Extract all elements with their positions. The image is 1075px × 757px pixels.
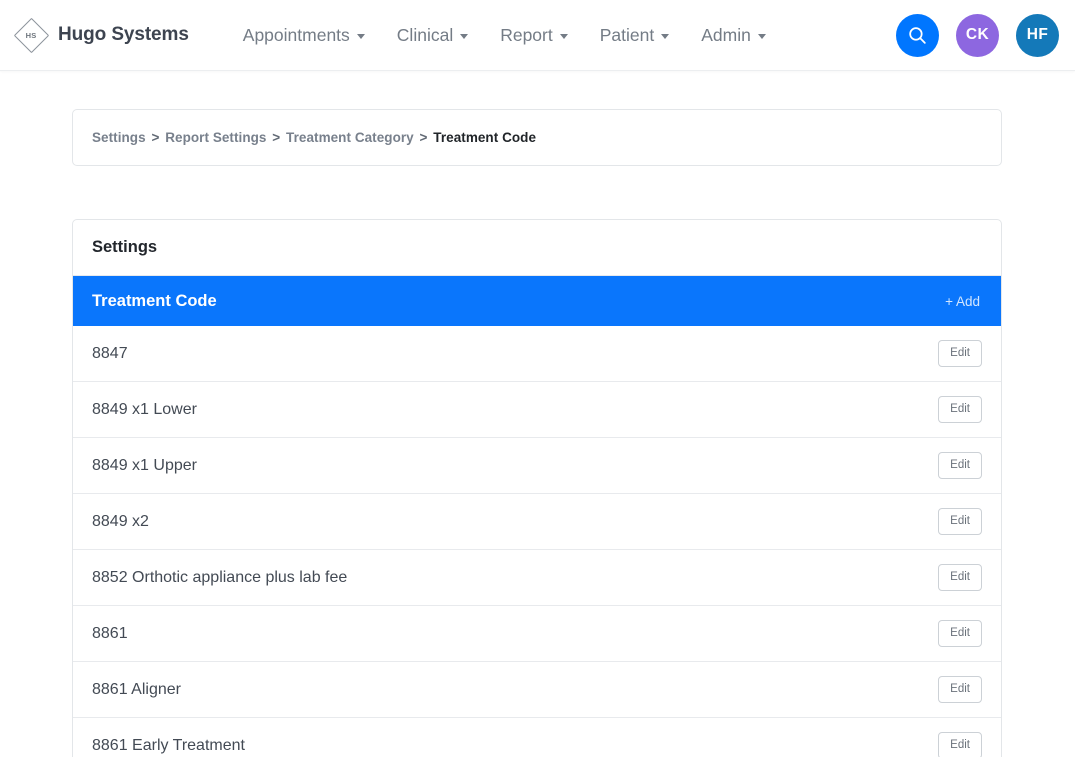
nav-item-label: Patient	[600, 25, 654, 46]
main-nav-menu: Appointments Clinical Report Patient Adm…	[227, 19, 782, 52]
breadcrumb-item-treatment-code: Treatment Code	[433, 130, 536, 145]
brand-name-text: Hugo Systems	[58, 24, 189, 46]
breadcrumb-separator: >	[420, 130, 428, 145]
treatment-code-label: 8861 Aligner	[92, 681, 181, 699]
chevron-down-icon	[460, 34, 468, 39]
treatment-code-label: 8849 x1 Lower	[92, 401, 197, 419]
edit-button[interactable]: Edit	[938, 396, 982, 423]
edit-button[interactable]: Edit	[938, 732, 982, 757]
table-row[interactable]: 8861 Edit	[73, 606, 1001, 662]
breadcrumb-card: Settings > Report Settings > Treatment C…	[72, 109, 1002, 166]
chevron-down-icon	[661, 34, 669, 39]
settings-card-header: Settings	[73, 220, 1001, 276]
page-title: Settings	[92, 238, 982, 257]
edit-button[interactable]: Edit	[938, 340, 982, 367]
treatment-code-list: 8847 Edit 8849 x1 Lower Edit 8849 x1 Upp…	[73, 326, 1001, 757]
search-icon	[907, 25, 928, 46]
nav-item-label: Clinical	[397, 25, 453, 46]
treatment-code-section-header: Treatment Code + Add	[73, 276, 1001, 326]
edit-button[interactable]: Edit	[938, 508, 982, 535]
table-row[interactable]: 8847 Edit	[73, 326, 1001, 382]
nav-item-report[interactable]: Report	[484, 19, 584, 52]
avatar-initials: CK	[966, 26, 989, 44]
user-avatar-hf[interactable]: HF	[1016, 14, 1059, 57]
nav-item-admin[interactable]: Admin	[685, 19, 782, 52]
page-content: Settings > Report Settings > Treatment C…	[0, 71, 1075, 757]
breadcrumb-item-report-settings[interactable]: Report Settings	[165, 130, 266, 145]
breadcrumb-separator: >	[151, 130, 159, 145]
brand-logo-link[interactable]: HS Hugo Systems	[14, 18, 189, 52]
edit-button[interactable]: Edit	[938, 620, 982, 647]
nav-item-patient[interactable]: Patient	[584, 19, 685, 52]
table-row[interactable]: 8849 x1 Lower Edit	[73, 382, 1001, 438]
breadcrumb: Settings > Report Settings > Treatment C…	[92, 130, 982, 145]
avatar-initials: HF	[1027, 26, 1048, 44]
treatment-code-label: 8861 Early Treatment	[92, 737, 245, 755]
edit-button[interactable]: Edit	[938, 676, 982, 703]
settings-card: Settings Treatment Code + Add 8847 Edit …	[72, 219, 1002, 757]
content-container: Settings > Report Settings > Treatment C…	[72, 109, 1002, 757]
add-treatment-code-button[interactable]: + Add	[943, 290, 982, 313]
breadcrumb-item-settings[interactable]: Settings	[92, 130, 146, 145]
table-row[interactable]: 8849 x1 Upper Edit	[73, 438, 1001, 494]
search-button[interactable]	[896, 14, 939, 57]
treatment-code-label: 8861	[92, 625, 128, 643]
table-row[interactable]: 8861 Aligner Edit	[73, 662, 1001, 718]
edit-button[interactable]: Edit	[938, 452, 982, 479]
section-title: Treatment Code	[92, 292, 217, 311]
chevron-down-icon	[758, 34, 766, 39]
logo-monogram-text: HS	[26, 31, 37, 40]
breadcrumb-item-treatment-category[interactable]: Treatment Category	[286, 130, 414, 145]
table-row[interactable]: 8852 Orthotic appliance plus lab fee Edi…	[73, 550, 1001, 606]
nav-item-label: Appointments	[243, 25, 350, 46]
treatment-code-label: 8849 x2	[92, 513, 149, 531]
nav-item-appointments[interactable]: Appointments	[227, 19, 381, 52]
chevron-down-icon	[357, 34, 365, 39]
user-avatar-ck[interactable]: CK	[956, 14, 999, 57]
treatment-code-label: 8852 Orthotic appliance plus lab fee	[92, 569, 347, 587]
nav-item-label: Admin	[701, 25, 751, 46]
nav-item-label: Report	[500, 25, 553, 46]
breadcrumb-separator: >	[272, 130, 280, 145]
navbar-actions: CK HF	[896, 14, 1059, 57]
hugo-systems-diamond-logo-icon: HS	[14, 18, 48, 52]
treatment-code-label: 8847	[92, 345, 128, 363]
table-row[interactable]: 8849 x2 Edit	[73, 494, 1001, 550]
table-row[interactable]: 8861 Early Treatment Edit	[73, 718, 1001, 757]
edit-button[interactable]: Edit	[938, 564, 982, 591]
top-navigation-bar: HS Hugo Systems Appointments Clinical Re…	[0, 0, 1075, 71]
treatment-code-label: 8849 x1 Upper	[92, 457, 197, 475]
nav-item-clinical[interactable]: Clinical	[381, 19, 484, 52]
chevron-down-icon	[560, 34, 568, 39]
